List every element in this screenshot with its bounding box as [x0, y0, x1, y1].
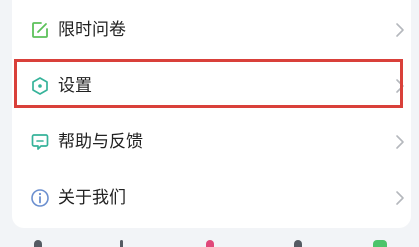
tab-icon-partial[interactable]: [294, 240, 302, 247]
menu-item-label: 关于我们: [58, 188, 126, 208]
tab-icon-partial[interactable]: [120, 240, 123, 247]
menu-item-about-us[interactable]: 关于我们: [12, 170, 411, 226]
chevron-right-icon: [396, 79, 404, 93]
info-icon: [31, 189, 49, 207]
chevron-right-icon: [396, 135, 404, 149]
menu-item-label: 限时问卷: [58, 20, 126, 40]
bottom-tab-bar-partial: [0, 236, 419, 247]
menu-item-settings[interactable]: 设置: [12, 58, 411, 114]
menu-item-label: 帮助与反馈: [58, 132, 143, 152]
tab-icon-partial[interactable]: [206, 240, 214, 247]
edit-icon: [32, 22, 48, 38]
settings-hexagon-icon: [32, 77, 48, 95]
menu-item-questionnaire[interactable]: 限时问卷: [12, 2, 411, 58]
menu-card: 限时问卷 设置 帮助与反馈 关于我们: [12, 0, 411, 228]
menu-item-help-feedback[interactable]: 帮助与反馈: [12, 114, 411, 170]
feedback-icon: [31, 134, 49, 150]
tab-icon-partial[interactable]: [373, 240, 387, 247]
chevron-right-icon: [396, 23, 404, 37]
menu-item-label: 设置: [58, 76, 92, 96]
tab-icon-partial[interactable]: [34, 240, 42, 247]
chevron-right-icon: [396, 191, 404, 205]
